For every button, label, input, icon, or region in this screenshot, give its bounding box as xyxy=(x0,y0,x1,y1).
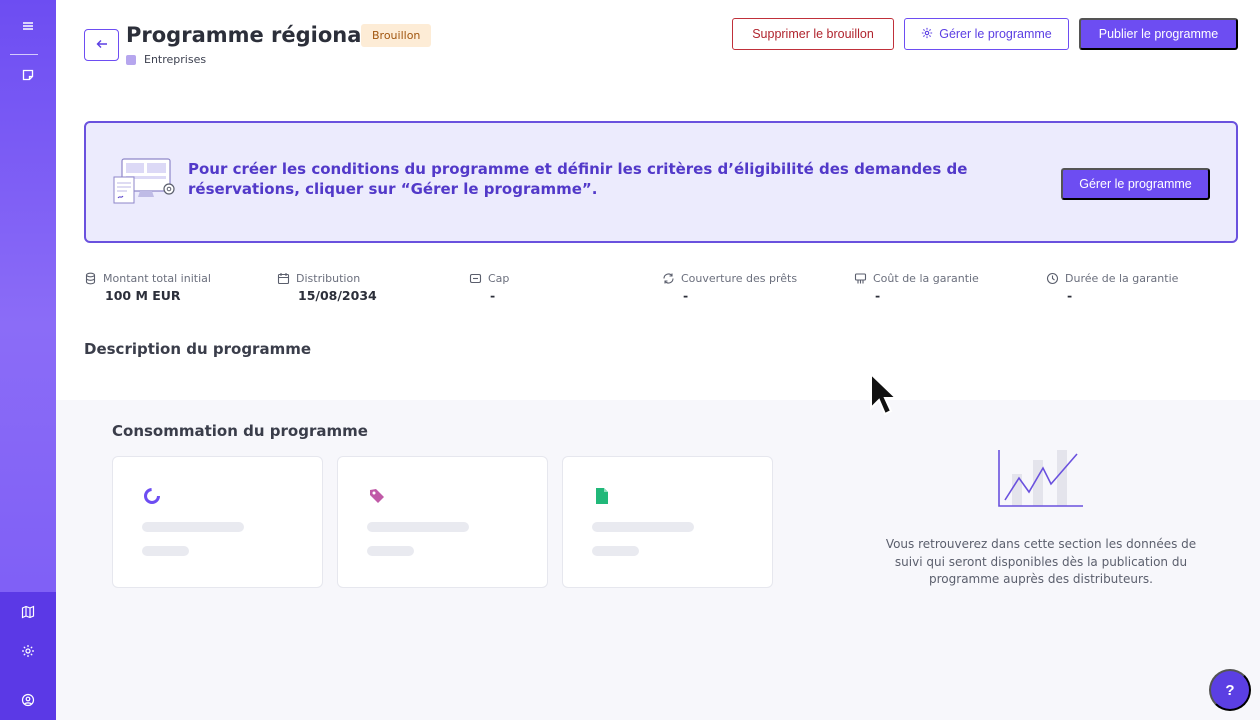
consumption-title: Consommation du programme xyxy=(112,422,368,440)
manage-program-button[interactable]: Gérer le programme xyxy=(904,18,1069,50)
stat-value: - xyxy=(490,288,496,303)
stat-initial-amount: Montant total initial 100 M EUR xyxy=(84,270,264,303)
stat-loan-coverage: Couverture des prêts - xyxy=(662,270,842,303)
banner-manage-program-button[interactable]: Gérer le programme xyxy=(1061,168,1210,200)
stat-label: Couverture des prêts xyxy=(681,271,798,285)
banner-message: Pour créer les conditions du programme e… xyxy=(188,160,968,198)
mouse-cursor-icon xyxy=(870,372,899,416)
back-button[interactable] xyxy=(84,29,119,61)
sidebar-divider xyxy=(10,54,38,55)
clock-icon xyxy=(1046,272,1059,285)
page-title: Programme régional xyxy=(126,23,369,47)
stat-label: Coût de la garantie xyxy=(873,271,979,285)
stat-distribution: Distribution 15/08/2034 xyxy=(277,270,457,303)
stat-value: - xyxy=(1067,288,1073,303)
manage-program-label: Gérer le programme xyxy=(939,27,1052,41)
sidebar-bottom xyxy=(0,592,56,720)
consumption-card xyxy=(112,456,323,588)
description-title: Description du programme xyxy=(84,340,312,358)
stat-value: 15/08/2034 xyxy=(298,288,377,303)
help-button[interactable]: ? xyxy=(1209,669,1251,711)
refresh-icon xyxy=(662,272,675,285)
empty-state-message: Vous retrouverez dans cette section les … xyxy=(885,537,1197,586)
cost-icon xyxy=(854,272,867,285)
calendar-icon xyxy=(277,272,290,285)
delete-draft-button[interactable]: Supprimer le brouillon xyxy=(732,18,894,50)
user-circle-icon[interactable] xyxy=(16,688,40,712)
note-icon[interactable] xyxy=(16,63,40,87)
tag-icon xyxy=(370,489,384,503)
computer-settings-icon xyxy=(113,158,175,204)
arrow-left-icon xyxy=(96,38,108,53)
gear-icon xyxy=(921,27,933,42)
stat-cap: Cap - xyxy=(469,270,649,303)
subtitle-text: Entreprises xyxy=(144,53,207,66)
stat-value: - xyxy=(875,288,881,303)
skeleton-line xyxy=(367,522,469,532)
stat-value: - xyxy=(683,288,689,303)
skeleton-line xyxy=(367,546,414,556)
gear-icon[interactable] xyxy=(16,639,40,663)
page-subtitle: Entreprises xyxy=(126,53,206,66)
progress-icon xyxy=(144,488,160,504)
publish-program-button[interactable]: Publier le programme xyxy=(1079,18,1238,50)
skeleton-line xyxy=(142,522,244,532)
database-icon xyxy=(84,272,97,285)
stat-label: Durée de la garantie xyxy=(1065,271,1179,285)
consumption-card xyxy=(562,456,773,588)
stat-value: 100 M EUR xyxy=(105,288,181,303)
cap-icon xyxy=(469,272,482,285)
stat-guarantee-duration: Durée de la garantie - xyxy=(1046,270,1226,303)
skeleton-line xyxy=(592,546,639,556)
document-icon xyxy=(596,488,608,504)
stat-label: Distribution xyxy=(296,271,361,285)
sidebar xyxy=(0,0,56,720)
consumption-card xyxy=(337,456,548,588)
stat-label: Cap xyxy=(488,271,510,285)
info-banner: Pour créer les conditions du programme e… xyxy=(84,121,1238,243)
status-badge: Brouillon xyxy=(361,24,432,47)
menu-icon[interactable] xyxy=(16,14,40,38)
stat-guarantee-cost: Coût de la garantie - xyxy=(854,270,1034,303)
skeleton-line xyxy=(592,522,694,532)
line-chart-icon xyxy=(998,450,1083,507)
building-icon xyxy=(126,54,136,65)
stat-label: Montant total initial xyxy=(103,271,211,285)
main-content: Programme régional Brouillon Entreprises… xyxy=(56,0,1260,720)
map-icon[interactable] xyxy=(16,600,40,624)
skeleton-line xyxy=(142,546,189,556)
